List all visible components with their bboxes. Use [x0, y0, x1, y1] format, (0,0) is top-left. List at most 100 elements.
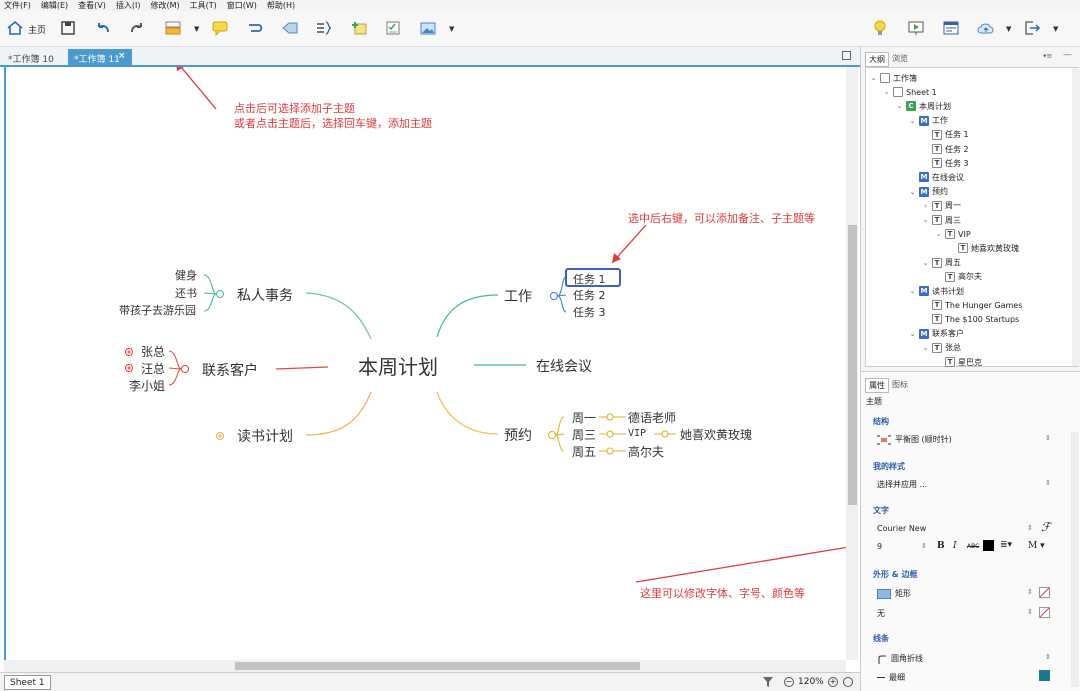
expand-toggle-icon[interactable]: ⌄	[922, 259, 929, 267]
style-select[interactable]: 选择并应用 ...	[877, 479, 927, 490]
expand-toggle-icon[interactable]: ⌄	[909, 330, 916, 338]
cloud-dropdown-icon[interactable]: ▼	[1006, 25, 1011, 33]
shape-select[interactable]: 矩形	[877, 588, 911, 599]
font-family-select[interactable]: Courier New	[877, 524, 926, 533]
topic-contact-clients[interactable]: 联系客户	[202, 360, 258, 380]
expand-toggle-icon[interactable]: ⌄	[909, 287, 916, 295]
save-icon[interactable]	[57, 17, 79, 39]
font-size-select[interactable]: 9	[877, 542, 882, 551]
outline-tree-item[interactable]: T 任务 3	[922, 156, 969, 170]
relationship-icon[interactable]	[244, 17, 266, 39]
topic-work[interactable]: 工作	[504, 286, 532, 306]
outline-tree-item[interactable]: ⌄ C 本周计划	[896, 99, 951, 113]
central-topic[interactable]: 本周计划	[358, 351, 438, 380]
subtopic-task-2[interactable]: 任务 2	[573, 287, 606, 303]
cloud-upload-icon[interactable]	[975, 17, 997, 39]
line-width-select[interactable]: 最细	[877, 672, 905, 683]
size-spinner-icon[interactable]: ⇕	[921, 542, 927, 550]
text-case-button[interactable]: M ▾	[1028, 541, 1045, 551]
expand-toggle-icon[interactable]: ⌄	[922, 344, 929, 352]
bold-button[interactable]: B	[937, 541, 945, 551]
subtopic-golf[interactable]: 高尔夫	[628, 443, 664, 460]
sheet-tab[interactable]: Sheet 1	[4, 675, 51, 690]
menu-window[interactable]: 窗口(W)	[227, 0, 257, 11]
tab-outline[interactable]: 大纲	[865, 52, 889, 67]
outline-tree-item[interactable]: ⌄ M 联系客户	[909, 327, 964, 341]
export-icon[interactable]	[1021, 17, 1043, 39]
subtopic-german-teacher[interactable]: 德语老师	[628, 409, 676, 426]
mind-map-canvas[interactable]: 本周计划 工作 任务 1 任务 2 任务 3 在线会议 预约 周一 周三 周五 …	[4, 67, 848, 660]
italic-button[interactable]: I	[953, 541, 957, 551]
line-color-swatch[interactable]	[1039, 670, 1050, 681]
tab-browse[interactable]: 浏览	[889, 52, 911, 65]
align-icon[interactable]: ≣▾	[1000, 540, 1012, 550]
callout-icon[interactable]	[209, 17, 231, 39]
subtopic-miss-li[interactable]: 李小姐	[129, 377, 165, 394]
filter-icon[interactable]	[762, 676, 774, 691]
style-spinner-icon[interactable]: ⇕	[1045, 479, 1051, 487]
outline-tree[interactable]: ⌄ 工作簿 ⌄ Sheet 1 ⌄ C 本周计划 ⌄ M 工作 T 任务 1 T 任务 2 T 任务 3 M 在线…	[865, 67, 1080, 369]
presentation-icon[interactable]	[905, 17, 927, 39]
subtopic-playground[interactable]: 带孩子去游乐园	[119, 302, 196, 318]
expand-toggle-icon[interactable]: ⌄	[935, 230, 942, 238]
menu-modify[interactable]: 修改(M)	[150, 0, 179, 11]
outline-tree-item[interactable]: ⌄ T VIP	[935, 227, 971, 241]
summary-icon[interactable]	[313, 17, 335, 39]
subtopic-task-1-selected[interactable]: 任务 1	[565, 268, 621, 287]
layout-icon[interactable]	[940, 17, 962, 39]
home-icon[interactable]	[4, 17, 26, 39]
outline-tree-item[interactable]: › T 周一	[922, 199, 961, 213]
outline-tree-item[interactable]: T The $100 Startups	[922, 312, 1019, 326]
font-picker-icon[interactable]: ℱ	[1041, 520, 1050, 534]
menu-file[interactable]: 文件(F)	[4, 0, 31, 11]
maximize-icon[interactable]	[842, 51, 851, 60]
expand-toggle-icon[interactable]: ⌄	[896, 102, 903, 110]
tab-properties[interactable]: 属性	[865, 378, 889, 393]
outline-tree-item[interactable]: ⌄ M 工作	[909, 114, 948, 128]
structure-spinner-icon[interactable]: ⇕	[1045, 434, 1051, 442]
shape-spinner-icon[interactable]: ⇕	[1027, 588, 1033, 596]
subtopic-return-book[interactable]: 还书	[175, 285, 197, 301]
border-spinner-icon[interactable]: ⇕	[1027, 608, 1033, 616]
image-dropdown-icon[interactable]: ▼	[449, 25, 454, 33]
line-spinner-icon[interactable]: ⇕	[1045, 653, 1051, 661]
subtopic-mr-wang[interactable]: 汪总	[141, 360, 165, 377]
menu-insert[interactable]: 插入(I)	[116, 0, 141, 11]
outline-tree-item[interactable]: ⌄ Sheet 1	[883, 85, 937, 99]
expand-toggle-icon[interactable]: ⌄	[909, 188, 916, 196]
expand-toggle-icon[interactable]: ⌄	[883, 88, 890, 96]
topic-appointments[interactable]: 预约	[504, 425, 532, 445]
add-note-icon[interactable]	[348, 17, 370, 39]
outline-tree-item[interactable]: T 任务 2	[922, 142, 969, 156]
zoom-level[interactable]: 120%	[798, 677, 824, 687]
lightbulb-icon[interactable]	[869, 17, 891, 39]
expand-toggle-icon[interactable]: ⌄	[909, 117, 916, 125]
subtopic-task-3[interactable]: 任务 3	[573, 304, 606, 320]
outline-tree-item[interactable]: ⌄ T 周五	[922, 256, 961, 270]
line-style-select[interactable]: 圆角折线	[877, 653, 923, 664]
fill-none-icon[interactable]	[1039, 587, 1050, 598]
strikethrough-button[interactable]: ABC	[967, 543, 979, 550]
close-icon[interactable]: ×	[118, 51, 126, 61]
outline-tree-item[interactable]: ⌄ 工作簿	[870, 71, 917, 85]
outline-tree-item[interactable]: ⌄ M 读书计划	[909, 284, 964, 298]
subtopic-friday[interactable]: 周五	[572, 443, 596, 460]
task-icon[interactable]	[382, 17, 404, 39]
outline-tree-item[interactable]: T 她喜欢黄玫瑰	[948, 241, 1019, 255]
outline-tree-item[interactable]: ⌄ T 张总	[922, 341, 961, 355]
redo-icon[interactable]	[126, 17, 148, 39]
outline-tree-item[interactable]: M 在线会议	[909, 170, 964, 184]
panel-minimize-icon[interactable]: —	[1063, 50, 1072, 60]
menu-tools[interactable]: 工具(T)	[190, 0, 217, 11]
tab-icons[interactable]: 图标	[889, 378, 911, 391]
topic-personal-affairs[interactable]: 私人事务	[237, 285, 293, 305]
canvas-horizontal-scroll-thumb[interactable]	[235, 662, 640, 670]
subtopic-monday[interactable]: 周一	[572, 409, 596, 426]
outline-tree-item[interactable]: T 星巴克	[935, 355, 982, 369]
image-icon[interactable]	[417, 17, 439, 39]
menu-help[interactable]: 帮助(H)	[267, 0, 295, 11]
zoom-in-icon[interactable]: +	[828, 677, 838, 687]
home-label[interactable]: 主页	[28, 23, 46, 36]
boundary-icon[interactable]	[279, 17, 301, 39]
insert-topic-icon[interactable]	[162, 17, 184, 39]
